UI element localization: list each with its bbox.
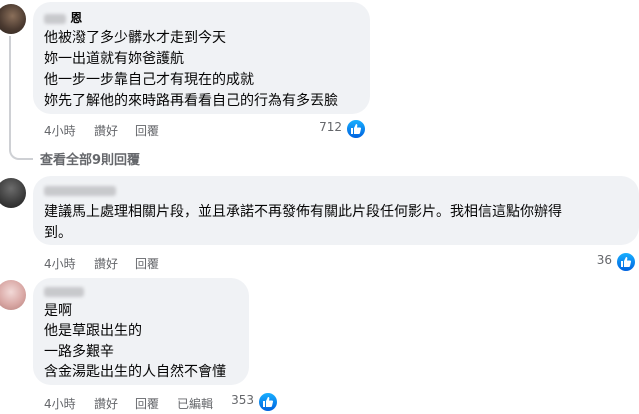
comment-text-line: 他是草跟出生的 [44, 323, 142, 339]
reaction-summary[interactable]: 353 [226, 391, 278, 412]
like-icon [616, 252, 636, 272]
author-redacted [44, 13, 66, 24]
comment-text-line: 含金湯匙出生的人自然不會懂 [44, 364, 226, 380]
avatar[interactable] [0, 4, 26, 34]
comment-text-line: 他一步一步靠自己才有現在的成就 [44, 72, 254, 88]
comment-text-line: 是啊 [44, 303, 72, 319]
comment-text-line: 他被潑了多少髒水才走到今天 [44, 30, 226, 46]
like-button[interactable]: 讚好 [94, 255, 118, 272]
comment-text-line: 妳先了解他的來時路再看看自己的行為有多丟臉 [44, 93, 338, 109]
comment-author[interactable]: 恩 [44, 9, 82, 26]
author-name: 恩 [70, 11, 83, 25]
like-icon [346, 119, 366, 139]
comment-time[interactable]: 4小時 [44, 122, 76, 139]
like-icon [258, 392, 278, 412]
comment-author[interactable] [44, 183, 116, 197]
avatar[interactable] [0, 178, 26, 208]
reaction-summary[interactable]: 36 [572, 251, 636, 272]
comment-text-line: 妳一出道就有妳爸護航 [44, 51, 184, 67]
author-redacted [44, 185, 116, 196]
edited-label[interactable]: 已編輯 [177, 395, 213, 412]
comment-text-line: 到。 [44, 225, 72, 241]
comment-text-line: 一路多艱辛 [44, 344, 114, 360]
comment-text-line: 建議馬上處理相關片段，並且承諾不再發佈有關此片段任何影片。我相信這點你辦得 [44, 204, 562, 220]
comment-time[interactable]: 4小時 [44, 395, 76, 412]
comment-author[interactable] [44, 284, 84, 298]
view-all-replies-link[interactable]: 查看全部9則回覆 [40, 149, 140, 168]
like-button[interactable]: 讚好 [94, 395, 118, 412]
reply-button[interactable]: 回覆 [135, 395, 159, 412]
reaction-summary[interactable]: 712 [300, 118, 366, 139]
avatar[interactable] [0, 280, 26, 310]
author-redacted [44, 286, 84, 297]
like-button[interactable]: 讚好 [94, 122, 118, 139]
reaction-count: 712 [319, 120, 342, 134]
reaction-count: 36 [596, 253, 612, 267]
thread-line [9, 36, 33, 160]
reply-button[interactable]: 回覆 [135, 255, 159, 272]
reply-button[interactable]: 回覆 [135, 122, 159, 139]
comment-time[interactable]: 4小時 [44, 255, 76, 272]
reaction-count: 353 [231, 393, 254, 407]
